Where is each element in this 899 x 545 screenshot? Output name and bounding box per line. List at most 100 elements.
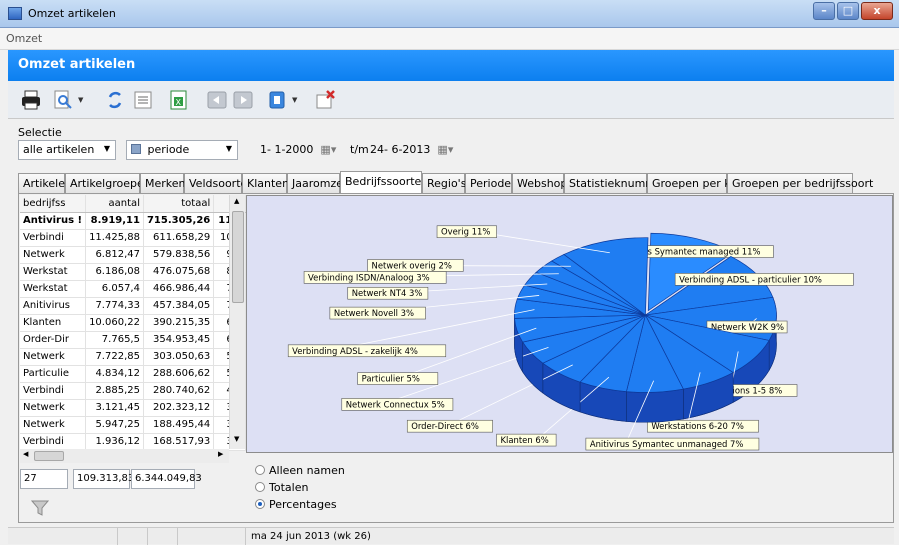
scroll-left-icon[interactable]: ◀ [23,450,28,458]
tab-regio-s[interactable]: Regio's [422,173,466,193]
tab-veldsoorten[interactable]: Veldsoorten [184,173,254,193]
table-cell: 7.765,5 [85,331,144,349]
table-cell: Verbindi [20,229,87,247]
scroll-thumb[interactable] [232,211,244,303]
table-cell: 611.658,29 [143,229,215,247]
calendar-icon[interactable]: ▦▾ [317,143,336,156]
total-totaal-field: 6.344.049,83 [131,469,202,489]
radio-alleen-namen[interactable]: Alleen namen [255,464,345,477]
column-header[interactable]: bedrijfss [20,195,87,213]
tab-artikelgroepen[interactable]: Artikelgroepen [65,173,151,193]
table-cell: 7.774,33 [85,297,144,315]
total-count-field: 27 [20,469,68,489]
table-row[interactable]: Werkstat6.057,4466.986,447% [20,280,247,298]
table-row[interactable]: Klanten10.060,22390.215,356% [20,314,247,332]
table-row[interactable]: Particulie4.834,12288.606,625% [20,365,247,383]
period-dropdown[interactable]: periode ▼ [126,140,238,160]
radio-totalen[interactable]: Totalen [255,481,308,494]
scroll-thumb[interactable] [34,451,64,461]
tab-statistieknummers[interactable]: Statistieknummers [564,173,673,193]
tab-bedrijfssoorten[interactable]: Bedrijfssoorten [340,171,428,193]
maximize-button[interactable]: □ [837,2,859,20]
table-row[interactable]: Werkstat6.186,08476.075,688% [20,263,247,281]
table-cell: 7.722,85 [85,348,144,366]
pie-label: Klanten 6% [501,435,549,445]
table-row[interactable]: Order-Dir7.765,5354.953,456% [20,331,247,349]
tab-groepen-per-bedrijfssoort[interactable]: Groepen per bedrijfssoort [727,173,873,193]
tab-jaaromzet[interactable]: Jaaromzet [287,173,347,193]
scroll-right-icon[interactable]: ▶ [218,450,223,458]
date-from-field[interactable]: 1- 1-2000 ▦▾ [258,140,348,160]
close-button[interactable]: x [861,2,893,20]
table-cell: 4.834,12 [85,365,144,383]
grid-header-row: bedrijfss aantal totaal % [20,195,247,213]
column-header[interactable]: aantal [85,195,144,213]
previous-icon[interactable] [206,89,228,111]
calendar-icon [131,144,141,154]
radio-dot [255,465,265,475]
window-title: Omzet artikelen [28,7,116,20]
toolbar: ▼ X ▼ [8,81,894,119]
table-row[interactable]: Netwerk6.812,47579.838,569% [20,246,247,264]
table-row[interactable]: Verbindi1.936,12168.517,933% [20,433,247,451]
tab-artikelen[interactable]: Artikelen [18,173,72,193]
table-cell: 3.121,45 [85,399,144,417]
filter-icon[interactable] [31,499,49,517]
column-header[interactable]: totaal [143,195,215,213]
refresh-icon[interactable] [104,89,126,111]
period-value: periode [147,143,190,156]
tab-groepen-per-klant[interactable]: Groepen per klant [647,173,752,193]
selection-label: Selectie [18,126,62,139]
tab-merken[interactable]: Merken [140,173,186,193]
table-cell: 8.919,11 [85,212,144,230]
title-bar: Omzet artikelen – □ x [0,0,899,28]
calendar-icon[interactable]: ▦▾ [434,143,453,156]
table-cell: 476.075,68 [143,263,215,281]
radio-label: Alleen namen [269,464,345,477]
excel-icon[interactable]: X [168,89,190,111]
scroll-down-icon[interactable]: ▼ [234,435,239,443]
scroll-up-icon[interactable]: ▲ [234,197,239,205]
table-cell: 579.838,56 [143,246,215,264]
menu-omzet[interactable]: Omzet [6,32,42,45]
tab-klanten[interactable]: Klanten [242,173,289,193]
list-icon[interactable] [132,89,154,111]
table-row[interactable]: Verbindi2.885,25280.740,624% [20,382,247,400]
table-row[interactable]: Netwerk5.947,25188.495,443% [20,416,247,434]
pie-label: Werkstations 6-20 7% [651,421,744,431]
vertical-scrollbar[interactable]: ▲ ▼ [229,195,245,449]
chevron-down-icon[interactable]: ▼ [292,96,297,104]
printer-icon[interactable] [20,89,42,111]
table-row[interactable]: Antivirus !8.919,11715.305,2611% [20,212,247,230]
pie-label: Netwerk Connectux 5% [346,399,445,409]
next-icon[interactable] [232,89,254,111]
pie-label: Netwerk Novell 3% [334,308,414,318]
selection-panel: Selectie alle artikelen ▼ periode ▼ 1- 1… [18,126,894,166]
status-bar: ma 24 jun 2013 (wk 26) [8,527,894,545]
export-icon[interactable] [266,89,288,111]
table-cell: Particulie [20,365,87,383]
tab-webshops[interactable]: Webshops [512,173,573,193]
table-cell: 10.060,22 [85,314,144,332]
table-row[interactable]: Verbindi11.425,88611.658,2910% [20,229,247,247]
date-to-field[interactable]: 24- 6-2013 ▦▾ [368,140,458,160]
table-cell: Order-Dir [20,331,87,349]
horizontal-scrollbar[interactable]: ◀ ▶ [20,449,229,463]
chevron-down-icon: ▼ [103,144,110,153]
table-row[interactable]: Netwerk7.722,85303.050,635% [20,348,247,366]
tab-perioden[interactable]: Perioden [465,173,518,193]
radio-percentages[interactable]: Percentages [255,498,337,511]
filter-dropdown[interactable]: alle artikelen ▼ [18,140,116,160]
table-cell: 5.947,25 [85,416,144,434]
close-icon[interactable] [314,89,336,111]
radio-label: Percentages [269,498,337,511]
table-cell: 288.606,62 [143,365,215,383]
minimize-button[interactable]: – [813,2,835,20]
chevron-down-icon[interactable]: ▼ [78,96,83,104]
table-row[interactable]: Netwerk3.121,45202.323,123% [20,399,247,417]
menu-bar: Omzet [0,28,899,50]
preview-icon[interactable] [52,89,74,111]
table-row[interactable]: Anitivirus7.774,33457.384,057% [20,297,247,315]
table-cell: 11.425,88 [85,229,144,247]
svg-text:X: X [176,98,182,107]
